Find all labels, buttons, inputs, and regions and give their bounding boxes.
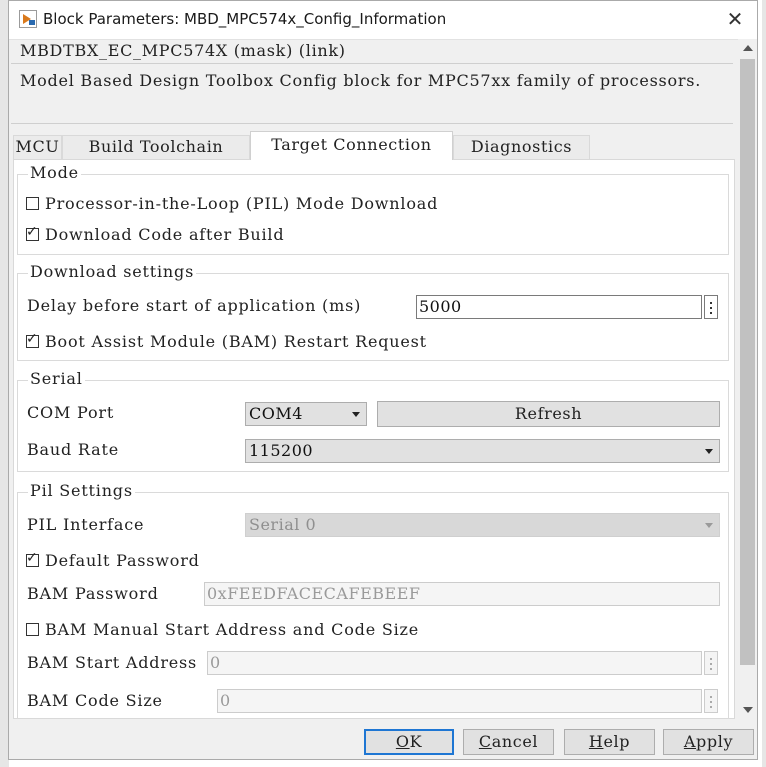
simulink-block-icon [19, 10, 37, 28]
com-port-label: COM Port [27, 403, 115, 422]
com-port-dropdown[interactable]: COM4 [245, 402, 367, 426]
help-mnemonic: H [588, 732, 604, 751]
refresh-button[interactable]: Refresh [377, 401, 720, 427]
bam-code-size-input[interactable]: 0 [217, 689, 702, 713]
bam-manual-checkbox-row[interactable]: BAM Manual Start Address and Code Size [26, 620, 419, 639]
window-title: Block Parameters: MBD_MPC574x_Config_Inf… [43, 10, 447, 28]
cancel-label-rest: ancel [491, 732, 539, 751]
group-title-mode: Mode [28, 163, 81, 182]
baud-rate-label: Baud Rate [27, 440, 119, 459]
chevron-down-icon [705, 449, 713, 454]
group-mode: Mode Processor-in-the-Loop (PIL) Mode Do… [17, 163, 729, 255]
ok-button[interactable]: OK [364, 729, 454, 755]
group-title-pil-settings: Pil Settings [28, 481, 135, 500]
cancel-button[interactable]: Cancel [463, 729, 554, 755]
help-button[interactable]: Help [564, 729, 655, 755]
bam-restart-label: Boot Assist Module (BAM) Restart Request [45, 332, 427, 351]
tab-diagnostics[interactable]: Diagnostics [453, 135, 590, 159]
check-icon: ✓ [26, 331, 39, 347]
check-icon: ✓ [26, 550, 39, 566]
bam-code-size-label: BAM Code Size [27, 691, 163, 710]
pil-interface-value: Serial 0 [249, 515, 317, 534]
delay-options-kebab-icon[interactable] [704, 295, 718, 319]
com-port-value: COM4 [249, 404, 303, 423]
mask-description: Model Based Design Toolbox Config block … [20, 71, 702, 90]
default-password-checkbox[interactable]: ✓ [26, 550, 39, 567]
bam-restart-checkbox-row[interactable]: ✓ Boot Assist Module (BAM) Restart Reques… [26, 331, 427, 351]
bam-restart-checkbox[interactable]: ✓ [26, 331, 39, 348]
title-bar: Block Parameters: MBD_MPC574x_Config_Inf… [9, 1, 757, 40]
cancel-mnemonic: C [478, 732, 492, 751]
group-download-settings: Download settings Delay before start of … [17, 262, 729, 361]
divider [11, 123, 733, 124]
baud-rate-value: 115200 [249, 441, 314, 460]
vertical-scrollbar[interactable] [738, 39, 757, 719]
pil-interface-label: PIL Interface [27, 515, 145, 534]
download-after-build-label: Download Code after Build [45, 225, 285, 244]
dialog-button-bar: OK Cancel Help Apply [9, 719, 757, 759]
chevron-down-icon [352, 412, 360, 417]
ok-label-rest: K [409, 732, 423, 751]
bam-code-size-kebab-icon[interactable] [704, 689, 718, 713]
pil-download-checkbox[interactable] [26, 197, 39, 210]
download-after-build-checkbox-row[interactable]: ✓ Download Code after Build [26, 224, 285, 244]
tab-target-connection[interactable]: Target Connection [250, 131, 453, 160]
tab-build-toolchain[interactable]: Build Toolchain [62, 135, 250, 159]
help-label-rest: elp [603, 732, 631, 751]
mask-type-label: MBDTBX_EC_MPC574X (mask) (link) [20, 41, 346, 60]
block-parameters-dialog: Block Parameters: MBD_MPC574x_Config_Inf… [8, 0, 758, 760]
chevron-down-icon [705, 523, 713, 528]
background-window-strip-right [762, 0, 766, 767]
apply-label-rest: pply [696, 732, 734, 751]
divider [11, 63, 733, 64]
apply-button[interactable]: Apply [663, 729, 754, 755]
bam-start-address-kebab-icon[interactable] [704, 651, 718, 675]
bam-manual-label: BAM Manual Start Address and Code Size [45, 620, 420, 639]
pil-download-label: Processor-in-the-Loop (PIL) Mode Downloa… [45, 194, 439, 213]
scroll-up-arrow-icon[interactable] [743, 45, 753, 51]
bam-manual-checkbox[interactable] [26, 623, 39, 636]
group-serial: Serial COM Port COM4 Refresh Baud Rate 1… [17, 369, 729, 472]
bam-password-label: BAM Password [27, 584, 159, 603]
close-icon[interactable]: ✕ [723, 7, 747, 31]
download-after-build-checkbox[interactable]: ✓ [26, 224, 39, 241]
delay-input[interactable]: 5000 [416, 295, 702, 319]
tab-mcu[interactable]: MCU [13, 135, 62, 159]
baud-rate-dropdown[interactable]: 115200 [245, 439, 720, 463]
default-password-label: Default Password [45, 551, 200, 570]
ok-mnemonic: O [395, 732, 410, 751]
delay-label: Delay before start of application (ms) [27, 296, 362, 315]
bam-start-address-input[interactable]: 0 [207, 651, 702, 675]
dialog-content: MBDTBX_EC_MPC574X (mask) (link) Model Ba… [9, 39, 738, 719]
pil-download-checkbox-row[interactable]: Processor-in-the-Loop (PIL) Mode Downloa… [26, 194, 438, 213]
group-title-download-settings: Download settings [28, 262, 197, 281]
tab-panel-target-connection: Mode Processor-in-the-Loop (PIL) Mode Do… [13, 159, 735, 719]
default-password-checkbox-row[interactable]: ✓ Default Password [26, 550, 200, 570]
check-icon: ✓ [26, 224, 39, 240]
apply-mnemonic: A [683, 732, 697, 751]
scrollbar-thumb[interactable] [740, 59, 755, 665]
group-pil-settings: Pil Settings PIL Interface Serial 0 ✓ Def… [17, 481, 729, 719]
scroll-down-arrow-icon[interactable] [743, 707, 753, 713]
bam-password-input[interactable]: 0xFEEDFACECAFEBEEF [204, 582, 720, 606]
bam-start-address-label: BAM Start Address [27, 653, 198, 672]
pil-interface-dropdown[interactable]: Serial 0 [245, 513, 720, 537]
group-title-serial: Serial [28, 369, 85, 388]
